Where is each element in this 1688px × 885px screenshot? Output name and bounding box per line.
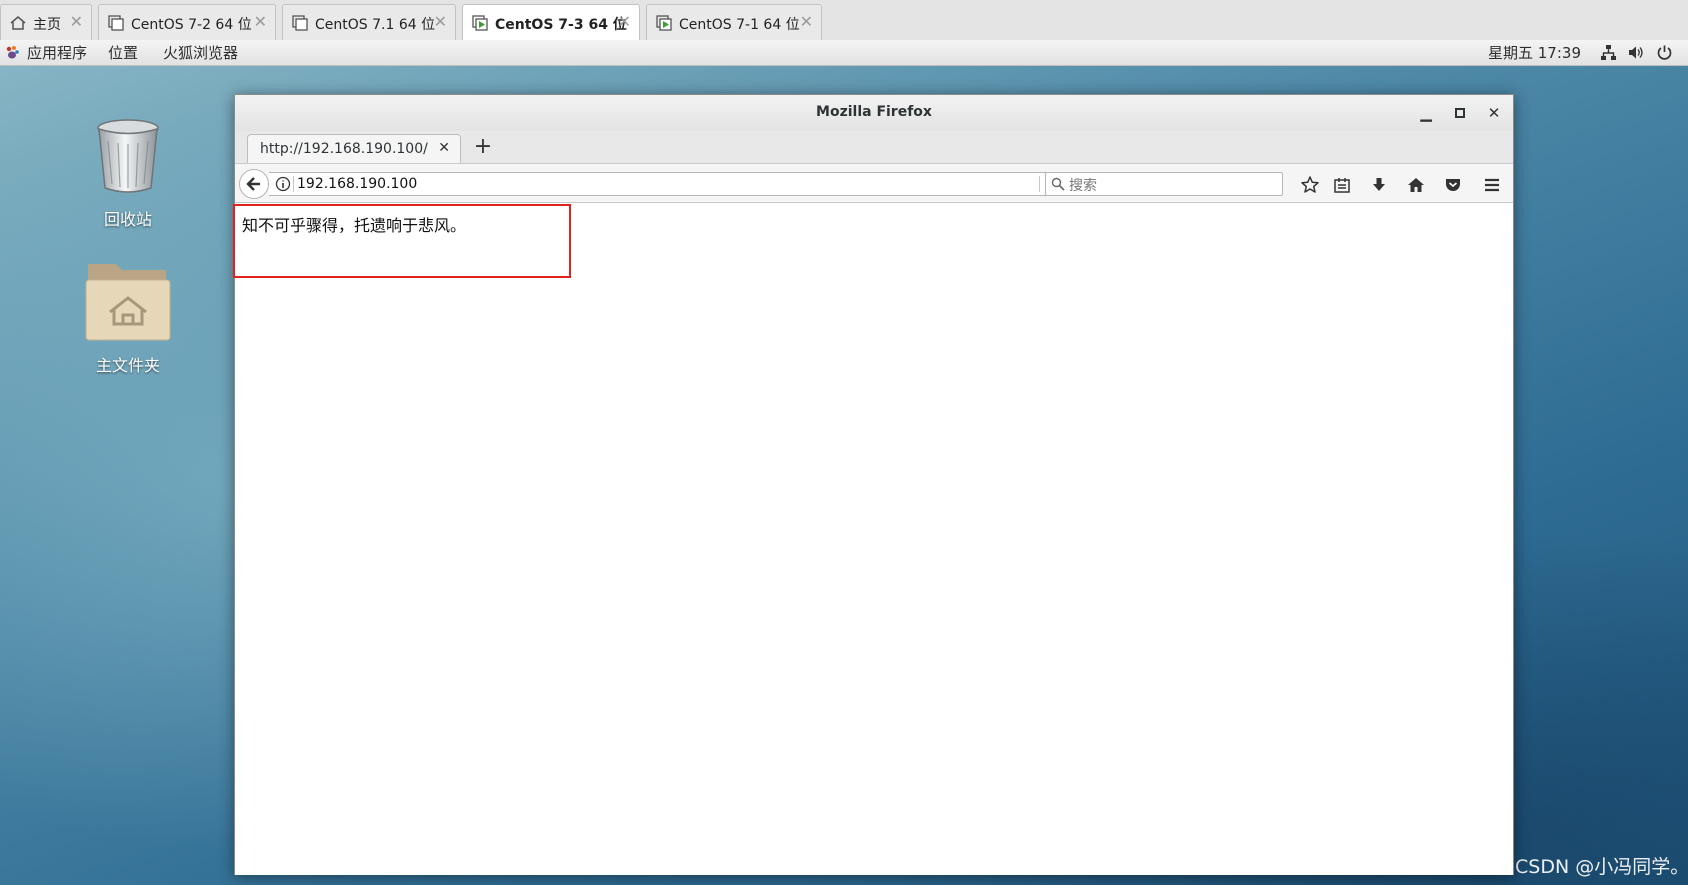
new-tab-button[interactable]: + <box>470 134 496 160</box>
trash-icon <box>97 119 159 193</box>
csdn-watermark: CSDN @小冯同学。 <box>1515 856 1688 878</box>
firefox-window: Mozilla Firefox ▁ ✕ http://192.168.190.1… <box>233 94 1514 875</box>
close-icon[interactable]: ✕ <box>70 12 83 31</box>
red-highlight-box <box>233 204 571 278</box>
clock[interactable]: 星期五 17:39 <box>1488 42 1581 63</box>
window-title: Mozilla Firefox <box>816 104 932 120</box>
bookmarks-menu-icon[interactable] <box>1332 175 1352 195</box>
vm-icon <box>108 15 124 31</box>
vm-tab-label: 主页 <box>33 17 61 33</box>
gnome-foot-icon <box>6 46 19 59</box>
vm-tab-label: CentOS 7.1 64 位 <box>315 17 436 33</box>
power-icon[interactable] <box>1656 44 1673 61</box>
places-menu[interactable]: 位置 <box>108 42 138 63</box>
vm-tab-home[interactable]: 主页 ✕ <box>0 4 92 40</box>
window-titlebar[interactable]: Mozilla Firefox ▁ ✕ <box>235 95 1513 132</box>
trash-label: 回收站 <box>103 210 152 229</box>
url-text[interactable]: 192.168.190.100 <box>297 176 417 192</box>
desktop-home-folder[interactable]: 主文件夹 <box>58 258 198 376</box>
vm-running-icon <box>472 15 488 31</box>
close-window-button[interactable]: ✕ <box>1484 103 1504 123</box>
search-placeholder: 搜索 <box>1069 178 1097 194</box>
close-icon[interactable]: ✕ <box>434 12 447 31</box>
vm-tab-label: CentOS 7-2 64 位 <box>131 17 252 33</box>
vm-tab-strip: 主页 ✕ CentOS 7-2 64 位 ✕ CentOS 7.1 64 位 ✕… <box>0 0 1688 41</box>
browser-tab[interactable]: http://192.168.190.100/ ✕ <box>247 134 461 164</box>
navigation-toolbar: 192.168.190.100 搜索 <box>235 163 1513 203</box>
vm-running-icon <box>656 15 672 31</box>
hamburger-menu-icon[interactable] <box>1482 175 1502 195</box>
home-folder-label: 主文件夹 <box>95 356 160 375</box>
minimize-button[interactable]: ▁ <box>1416 103 1436 123</box>
download-icon[interactable] <box>1369 175 1389 195</box>
vm-tab-centos-7-2[interactable]: CentOS 7-2 64 位 ✕ <box>98 4 276 40</box>
page-content: 知不可乎骤得，托遗响于悲风。 <box>233 203 1513 875</box>
vm-tab-centos-7-1a[interactable]: CentOS 7.1 64 位 ✕ <box>282 4 456 40</box>
search-icon <box>1051 177 1065 191</box>
reload-separator <box>1039 176 1040 192</box>
url-separator <box>293 176 294 192</box>
applications-menu[interactable]: 应用程序 <box>27 42 87 63</box>
vm-icon <box>292 15 308 31</box>
info-icon[interactable] <box>275 176 291 192</box>
bookmark-star-icon[interactable] <box>1300 175 1320 195</box>
maximize-button[interactable] <box>1450 103 1470 123</box>
volume-icon[interactable] <box>1627 44 1644 61</box>
url-bar[interactable]: 192.168.190.100 <box>269 172 1069 196</box>
close-icon[interactable]: ✕ <box>618 12 631 31</box>
home-folder-icon <box>85 264 171 341</box>
maximize-icon <box>1455 108 1465 118</box>
gnome-top-panel: 应用程序 位置 火狐浏览器 星期五 17:39 <box>0 40 1688 66</box>
home-icon <box>10 16 26 30</box>
pocket-icon[interactable] <box>1443 175 1463 195</box>
browser-tab-title: http://192.168.190.100/ <box>260 141 428 157</box>
vm-tab-label: CentOS 7-3 64 位 <box>495 17 627 33</box>
network-icon[interactable] <box>1600 44 1617 61</box>
desktop-trash[interactable]: 回收站 <box>58 116 198 230</box>
close-icon[interactable]: ✕ <box>800 12 813 31</box>
search-bar[interactable]: 搜索 <box>1045 172 1283 196</box>
firefox-menu[interactable]: 火狐浏览器 <box>163 42 238 63</box>
vm-tab-label: CentOS 7-1 64 位 <box>679 17 800 33</box>
vm-tab-centos-7-1b[interactable]: CentOS 7-1 64 位 ✕ <box>646 4 822 40</box>
back-arrow-icon <box>246 177 260 191</box>
vm-tab-centos-7-3[interactable]: CentOS 7-3 64 位 ✕ <box>462 4 640 40</box>
back-button[interactable] <box>239 169 269 199</box>
close-icon[interactable]: ✕ <box>254 12 267 31</box>
home-icon[interactable] <box>1406 175 1426 195</box>
browser-tab-bar: http://192.168.190.100/ ✕ + <box>235 131 1513 164</box>
tab-close-icon[interactable]: ✕ <box>438 140 450 156</box>
